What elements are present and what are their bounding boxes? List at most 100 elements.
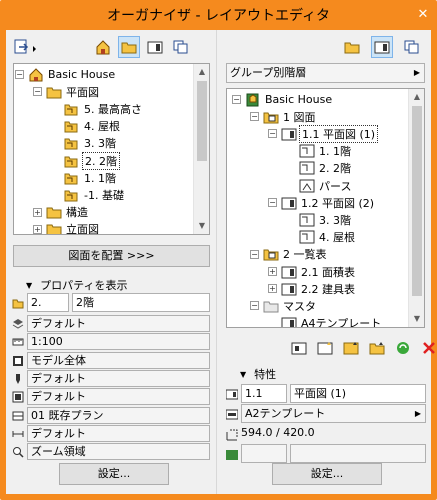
tree-item[interactable]: 2.2 建具表 (281, 280, 355, 297)
property-field[interactable]: モデル全体 (27, 351, 210, 369)
collapse-node-icon[interactable]: − (33, 87, 42, 97)
collapse-node-icon[interactable]: − (268, 129, 277, 139)
tree-item-label: パース (319, 179, 352, 193)
collapse-node-icon[interactable]: − (250, 249, 259, 259)
tree-item-label: Basic House (265, 93, 333, 106)
tree-item[interactable]: 3. 3階 (299, 211, 351, 228)
master-template-dropdown[interactable]: A2テンプレート ▶ (241, 404, 426, 423)
tree-item[interactable]: 2. 2階 (299, 160, 351, 177)
tree-item[interactable]: 1.1 平面図 (1) (281, 124, 379, 143)
view-name-field[interactable]: 2階 (72, 293, 210, 312)
property-field[interactable]: デフォルト (27, 388, 210, 406)
right-view-map-button[interactable] (341, 36, 363, 58)
layout-icon (281, 265, 297, 279)
expand-node-icon[interactable]: + (268, 284, 277, 294)
tree-item[interactable]: 1.2 平面図 (2) (281, 194, 374, 211)
layout-icon (226, 388, 238, 400)
collapse-node-icon[interactable]: − (232, 95, 241, 104)
tree-item[interactable]: 2 一覧表 (263, 246, 327, 263)
tree-item[interactable]: Basic House (28, 66, 115, 83)
tree-item[interactable]: -1. 基礎 (64, 186, 124, 203)
tree-item[interactable]: 1. 1階 (64, 169, 116, 186)
tree-item-label: 4. 屋根 (319, 231, 355, 245)
scroll-thumb[interactable] (412, 106, 422, 296)
renovation-icon (12, 410, 24, 422)
property-field[interactable]: 1:100 (27, 333, 210, 351)
update-button[interactable] (392, 337, 414, 359)
revision-field-2[interactable] (290, 444, 426, 463)
tree-item[interactable]: Basic House (245, 91, 332, 108)
tree-item[interactable]: 1 図面 (263, 108, 316, 125)
right-layout-book-button[interactable] (371, 36, 393, 58)
layout-book-button[interactable] (144, 36, 166, 58)
layout-size-value: 594.0 / 420.0 (241, 426, 315, 439)
hierarchy-dropdown[interactable]: グループ別階層 ▶ (226, 63, 425, 83)
layout-tree-scrollbar[interactable]: ▲ ▼ (408, 89, 424, 327)
tree-item[interactable]: 2. 2階 (64, 151, 120, 170)
new-layout-button[interactable] (288, 337, 310, 359)
layout-name-field[interactable]: 平面図 (1) (290, 384, 426, 403)
view-id-field[interactable]: 2. (27, 293, 69, 312)
new-master-button[interactable] (314, 337, 336, 359)
subset-icon (263, 110, 279, 124)
expand-node-icon[interactable]: + (33, 224, 42, 234)
scroll-down-arrow-icon[interactable]: ▼ (409, 311, 424, 327)
view-map-button[interactable] (118, 36, 140, 58)
collapse-node-icon[interactable]: − (250, 112, 259, 122)
new-folder-button[interactable] (366, 337, 388, 359)
tree-item[interactable]: パース (299, 177, 351, 194)
scroll-up-arrow-icon[interactable]: ▲ (194, 64, 209, 80)
property-field[interactable]: ズーム領域 (27, 443, 210, 461)
tree-item-label: 2.2 建具表 (301, 282, 355, 296)
tree-item[interactable]: 立面図 (46, 221, 99, 234)
right-publisher-button[interactable] (401, 36, 423, 58)
tree-item[interactable]: 構造 (46, 204, 88, 221)
tree-item[interactable]: 4. 屋根 (299, 229, 355, 246)
collapse-triangle-icon: ▼ (240, 369, 247, 379)
tree-item[interactable]: 5. 最高高さ (64, 100, 142, 117)
expand-node-icon[interactable]: + (33, 207, 42, 217)
right-settings-button[interactable]: 設定... (272, 463, 382, 485)
delete-button[interactable] (418, 337, 437, 359)
property-field[interactable]: デフォルト (27, 424, 210, 442)
right-properties-toggle[interactable]: ▼ 特性 (240, 366, 276, 382)
scroll-up-arrow-icon[interactable]: ▲ (409, 89, 424, 105)
delete-icon (423, 342, 435, 354)
project-tree-scrollbar[interactable]: ▲ ▼ (193, 64, 209, 234)
view-menu-button[interactable] (10, 36, 42, 58)
collapse-node-icon[interactable]: − (15, 70, 24, 79)
layout-tree[interactable]: ▲ ▼ − Basic House −1 図面 −1.1 平面図 (1) 1. 1階 2.… (226, 88, 425, 328)
tree-item[interactable]: 3. 3階 (64, 135, 116, 152)
template-icon-slot (226, 405, 238, 422)
layout-icon (147, 41, 163, 54)
property-field[interactable]: 01 既存プラン (27, 406, 210, 424)
project-map-button[interactable] (92, 36, 114, 58)
tree-item[interactable]: 2.1 面積表 (281, 263, 355, 280)
place-drawing-button[interactable]: 図面を配置 >>> (13, 245, 210, 267)
left-settings-button[interactable]: 設定... (59, 463, 169, 485)
tree-item[interactable]: マスタ (263, 297, 316, 314)
tree-item[interactable]: A4テンプレート (281, 315, 381, 327)
property-field[interactable]: デフォルト (27, 315, 210, 332)
property-field[interactable]: デフォルト (27, 369, 210, 387)
title-bar[interactable]: オーガナイザ - レイアウトエディタ ✕ (0, 0, 437, 30)
collapse-node-icon[interactable]: − (250, 301, 259, 311)
properties-toggle[interactable]: ▼ プロパティを表示 (26, 277, 128, 293)
tree-item[interactable]: 1. 1階 (299, 143, 351, 160)
expand-node-icon[interactable]: + (268, 267, 277, 276)
house-icon (96, 40, 110, 55)
tree-item[interactable]: 平面図 (46, 83, 99, 100)
scroll-thumb[interactable] (197, 81, 207, 161)
folder-icon (344, 42, 360, 54)
scroll-down-arrow-icon[interactable]: ▼ (194, 218, 209, 234)
close-button[interactable]: ✕ (415, 7, 431, 22)
new-subset-button[interactable] (340, 337, 362, 359)
collapse-node-icon[interactable]: − (268, 198, 277, 208)
layout-id-field[interactable]: 1.1 (241, 384, 287, 403)
revision-field-1[interactable] (241, 444, 287, 463)
publisher-button[interactable] (170, 36, 192, 58)
tree-item[interactable]: 4. 屋根 (64, 118, 120, 135)
tree-item-label: 平面図 (66, 85, 99, 99)
layout-icon (281, 316, 297, 327)
project-tree[interactable]: ▲ ▼ − Basic House − 平面図 5. 最高高さ 4. 屋根 3. 3階 2. … (13, 63, 210, 235)
